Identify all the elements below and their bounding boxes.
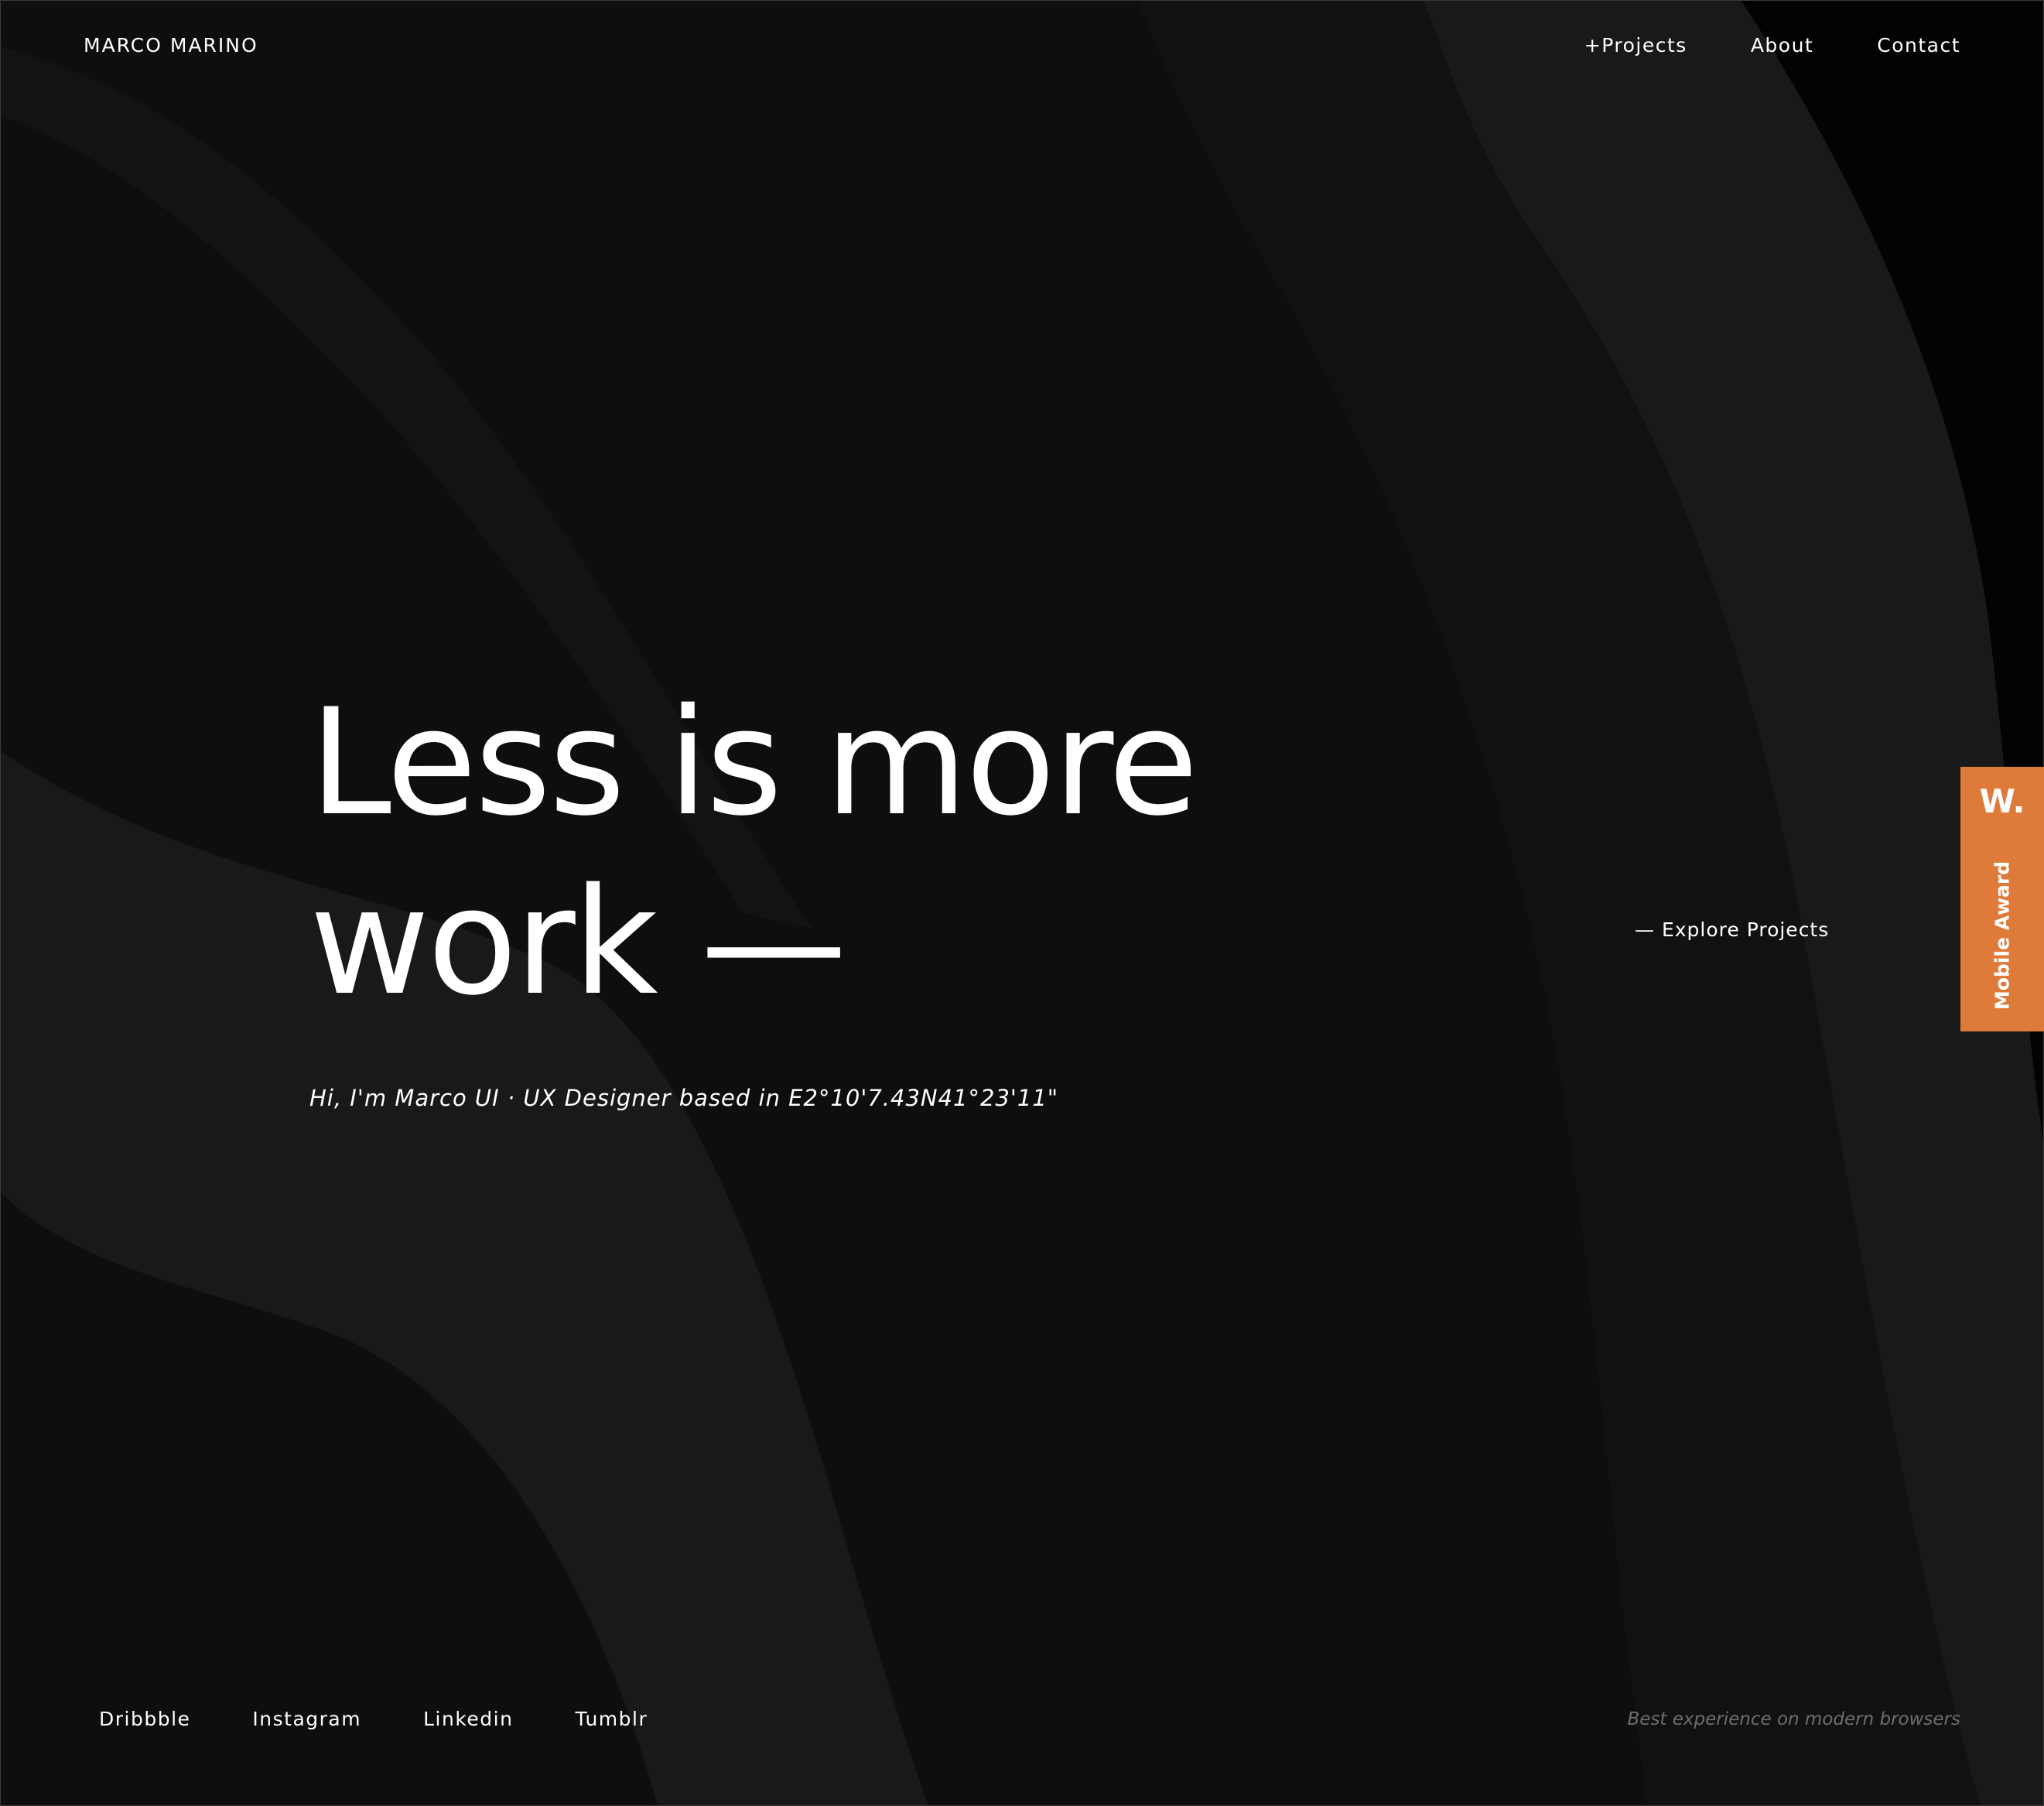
explore-projects-link[interactable]: — Explore Projects [1635,918,1829,941]
hero-title-line-1: Less is more [309,677,1198,848]
main-nav: +Projects About Contact [1584,34,1960,56]
social-link-instagram[interactable]: Instagram [252,1708,361,1730]
social-link-linkedin[interactable]: Linkedin [423,1708,513,1730]
brand-logo[interactable]: MARCO MARINO [84,34,258,56]
hero-title: Less is more work — [309,673,1198,1032]
nav-item-about[interactable]: About [1751,34,1813,56]
hero-subtitle: Hi, I'm Marco UI · UX Designer based in … [309,1085,1059,1111]
awwwards-logo-icon: W. [1979,782,2025,820]
social-link-tumblr[interactable]: Tumblr [575,1708,648,1730]
social-links: Dribbble Instagram Linkedin Tumblr [99,1708,648,1730]
social-link-dribbble[interactable]: Dribbble [99,1708,190,1730]
award-label: Mobile Award [1991,860,2014,1011]
mobile-award-badge[interactable]: W. Mobile Award [1960,767,2044,1031]
browser-note: Best experience on modern browsers [1627,1709,1960,1729]
hero-title-line-2: work — [309,857,847,1028]
nav-item-contact[interactable]: Contact [1877,34,1960,56]
nav-item-projects[interactable]: +Projects [1584,34,1687,56]
